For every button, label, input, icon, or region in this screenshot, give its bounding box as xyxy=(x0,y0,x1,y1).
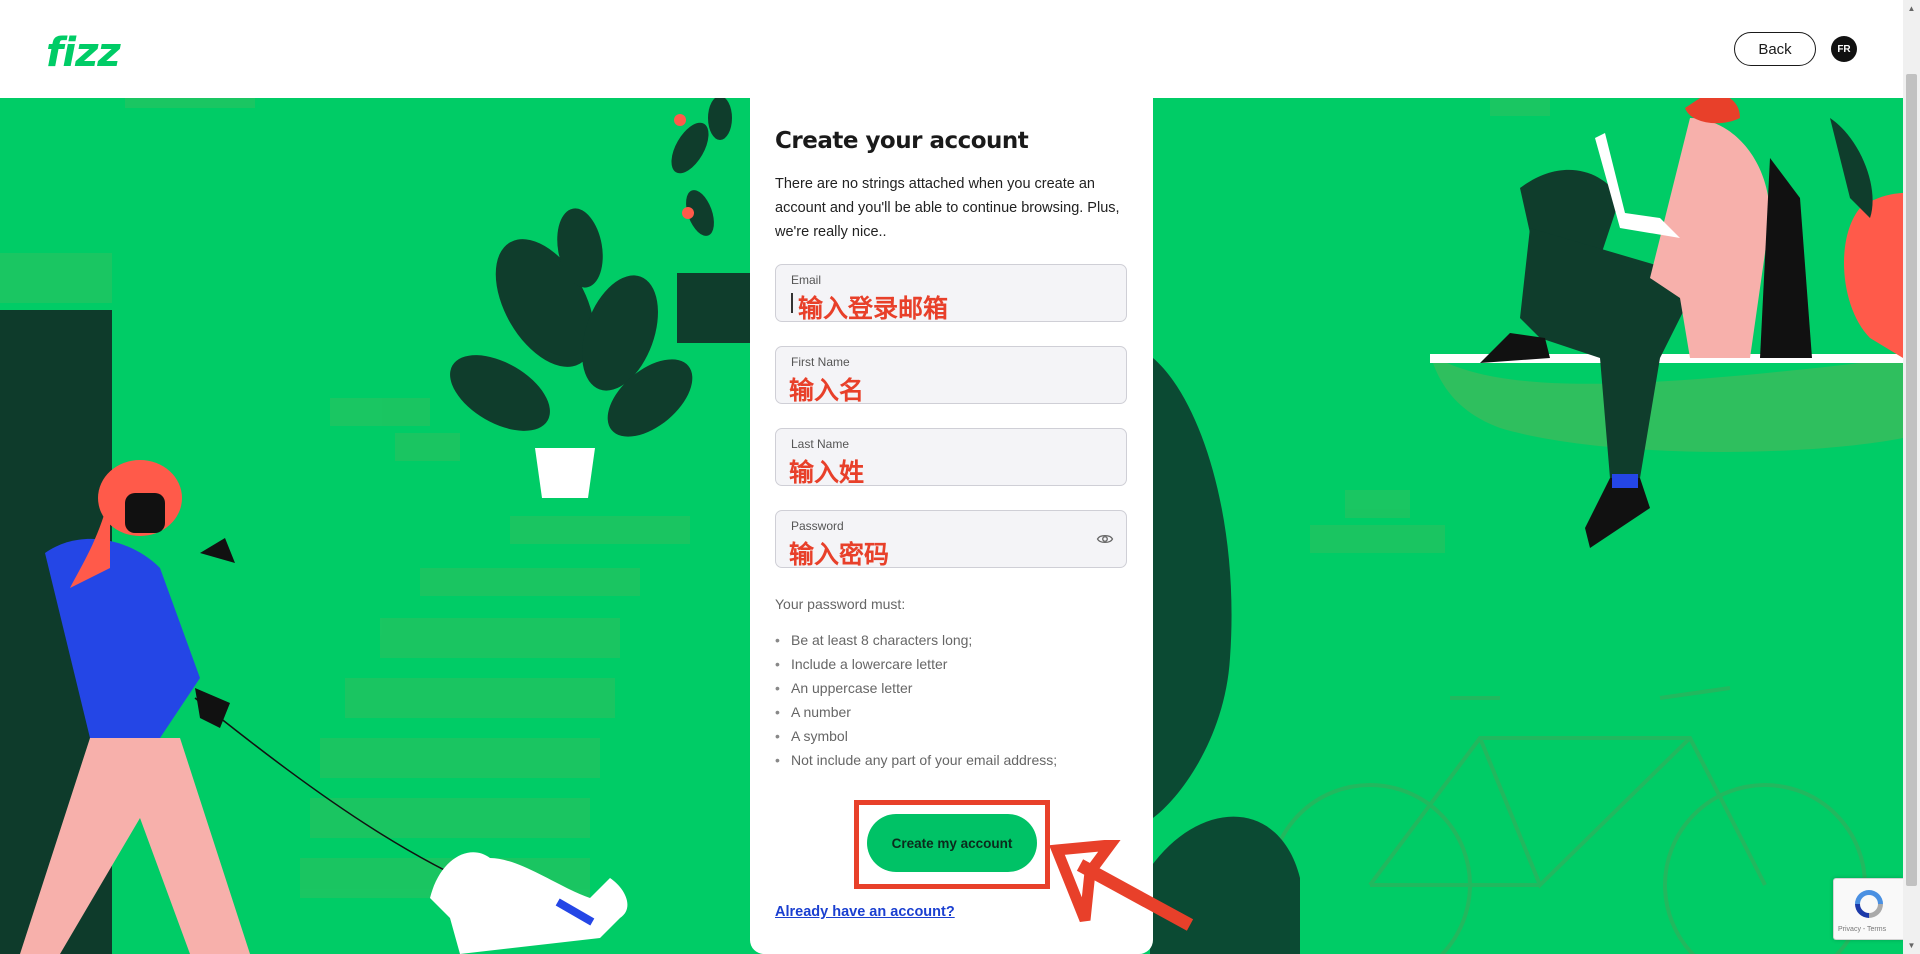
password-rule: Not include any part of your email addre… xyxy=(775,748,1057,772)
create-account-button[interactable]: Create my account xyxy=(867,814,1037,872)
language-toggle-button[interactable]: FR xyxy=(1831,36,1857,62)
password-rule: Include a lowercare letter xyxy=(775,652,1057,676)
first-name-field[interactable]: First Name 输入名 xyxy=(775,346,1127,407)
password-rule: Be at least 8 characters long; xyxy=(775,628,1057,652)
last-name-field[interactable]: Last Name 输入姓 xyxy=(775,428,1127,489)
recaptcha-badge[interactable]: Privacy - Terms xyxy=(1833,878,1903,940)
page-title: Create your account xyxy=(775,128,1029,154)
scroll-thumb[interactable] xyxy=(1906,74,1917,886)
signup-card: Create your account There are no strings… xyxy=(750,98,1153,954)
already-have-account-link[interactable]: Already have an account? xyxy=(775,904,955,920)
password-rule: An uppercase letter xyxy=(775,676,1057,700)
password-rules-title: Your password must: xyxy=(775,596,906,612)
text-caret xyxy=(791,293,793,313)
password-label: Password xyxy=(791,519,844,533)
last-name-label: Last Name xyxy=(791,437,850,451)
email-field[interactable]: Email 输入登录邮箱 xyxy=(775,264,1127,325)
site-header: fizz Back FR xyxy=(0,0,1903,98)
back-button[interactable]: Back xyxy=(1734,32,1816,66)
scroll-down-arrow-icon[interactable]: ▼ xyxy=(1903,937,1920,954)
show-password-icon[interactable] xyxy=(1096,530,1114,548)
email-value[interactable]: 输入登录邮箱 xyxy=(798,289,948,325)
last-name-value[interactable]: 输入姓 xyxy=(789,453,864,489)
password-value[interactable]: 输入密码 xyxy=(789,535,889,571)
page-scrollbar[interactable]: ▲ ▼ xyxy=(1903,0,1920,954)
fizz-logo[interactable]: fizz xyxy=(46,30,121,76)
password-field[interactable]: Password 输入密码 xyxy=(775,510,1127,571)
password-rules-list: Be at least 8 characters long; Include a… xyxy=(775,628,1057,772)
recaptcha-privacy-terms[interactable]: Privacy - Terms xyxy=(1838,926,1886,933)
password-rule: A symbol xyxy=(775,724,1057,748)
annotation-arrow-icon xyxy=(1049,840,1194,931)
password-rule: A number xyxy=(775,700,1057,724)
email-label: Email xyxy=(791,273,822,287)
scroll-up-arrow-icon[interactable]: ▲ xyxy=(1903,0,1920,17)
first-name-label: First Name xyxy=(791,355,850,369)
first-name-value[interactable]: 输入名 xyxy=(789,371,864,407)
intro-text: There are no strings attached when you c… xyxy=(775,176,1120,240)
recaptcha-icon xyxy=(1855,890,1883,918)
